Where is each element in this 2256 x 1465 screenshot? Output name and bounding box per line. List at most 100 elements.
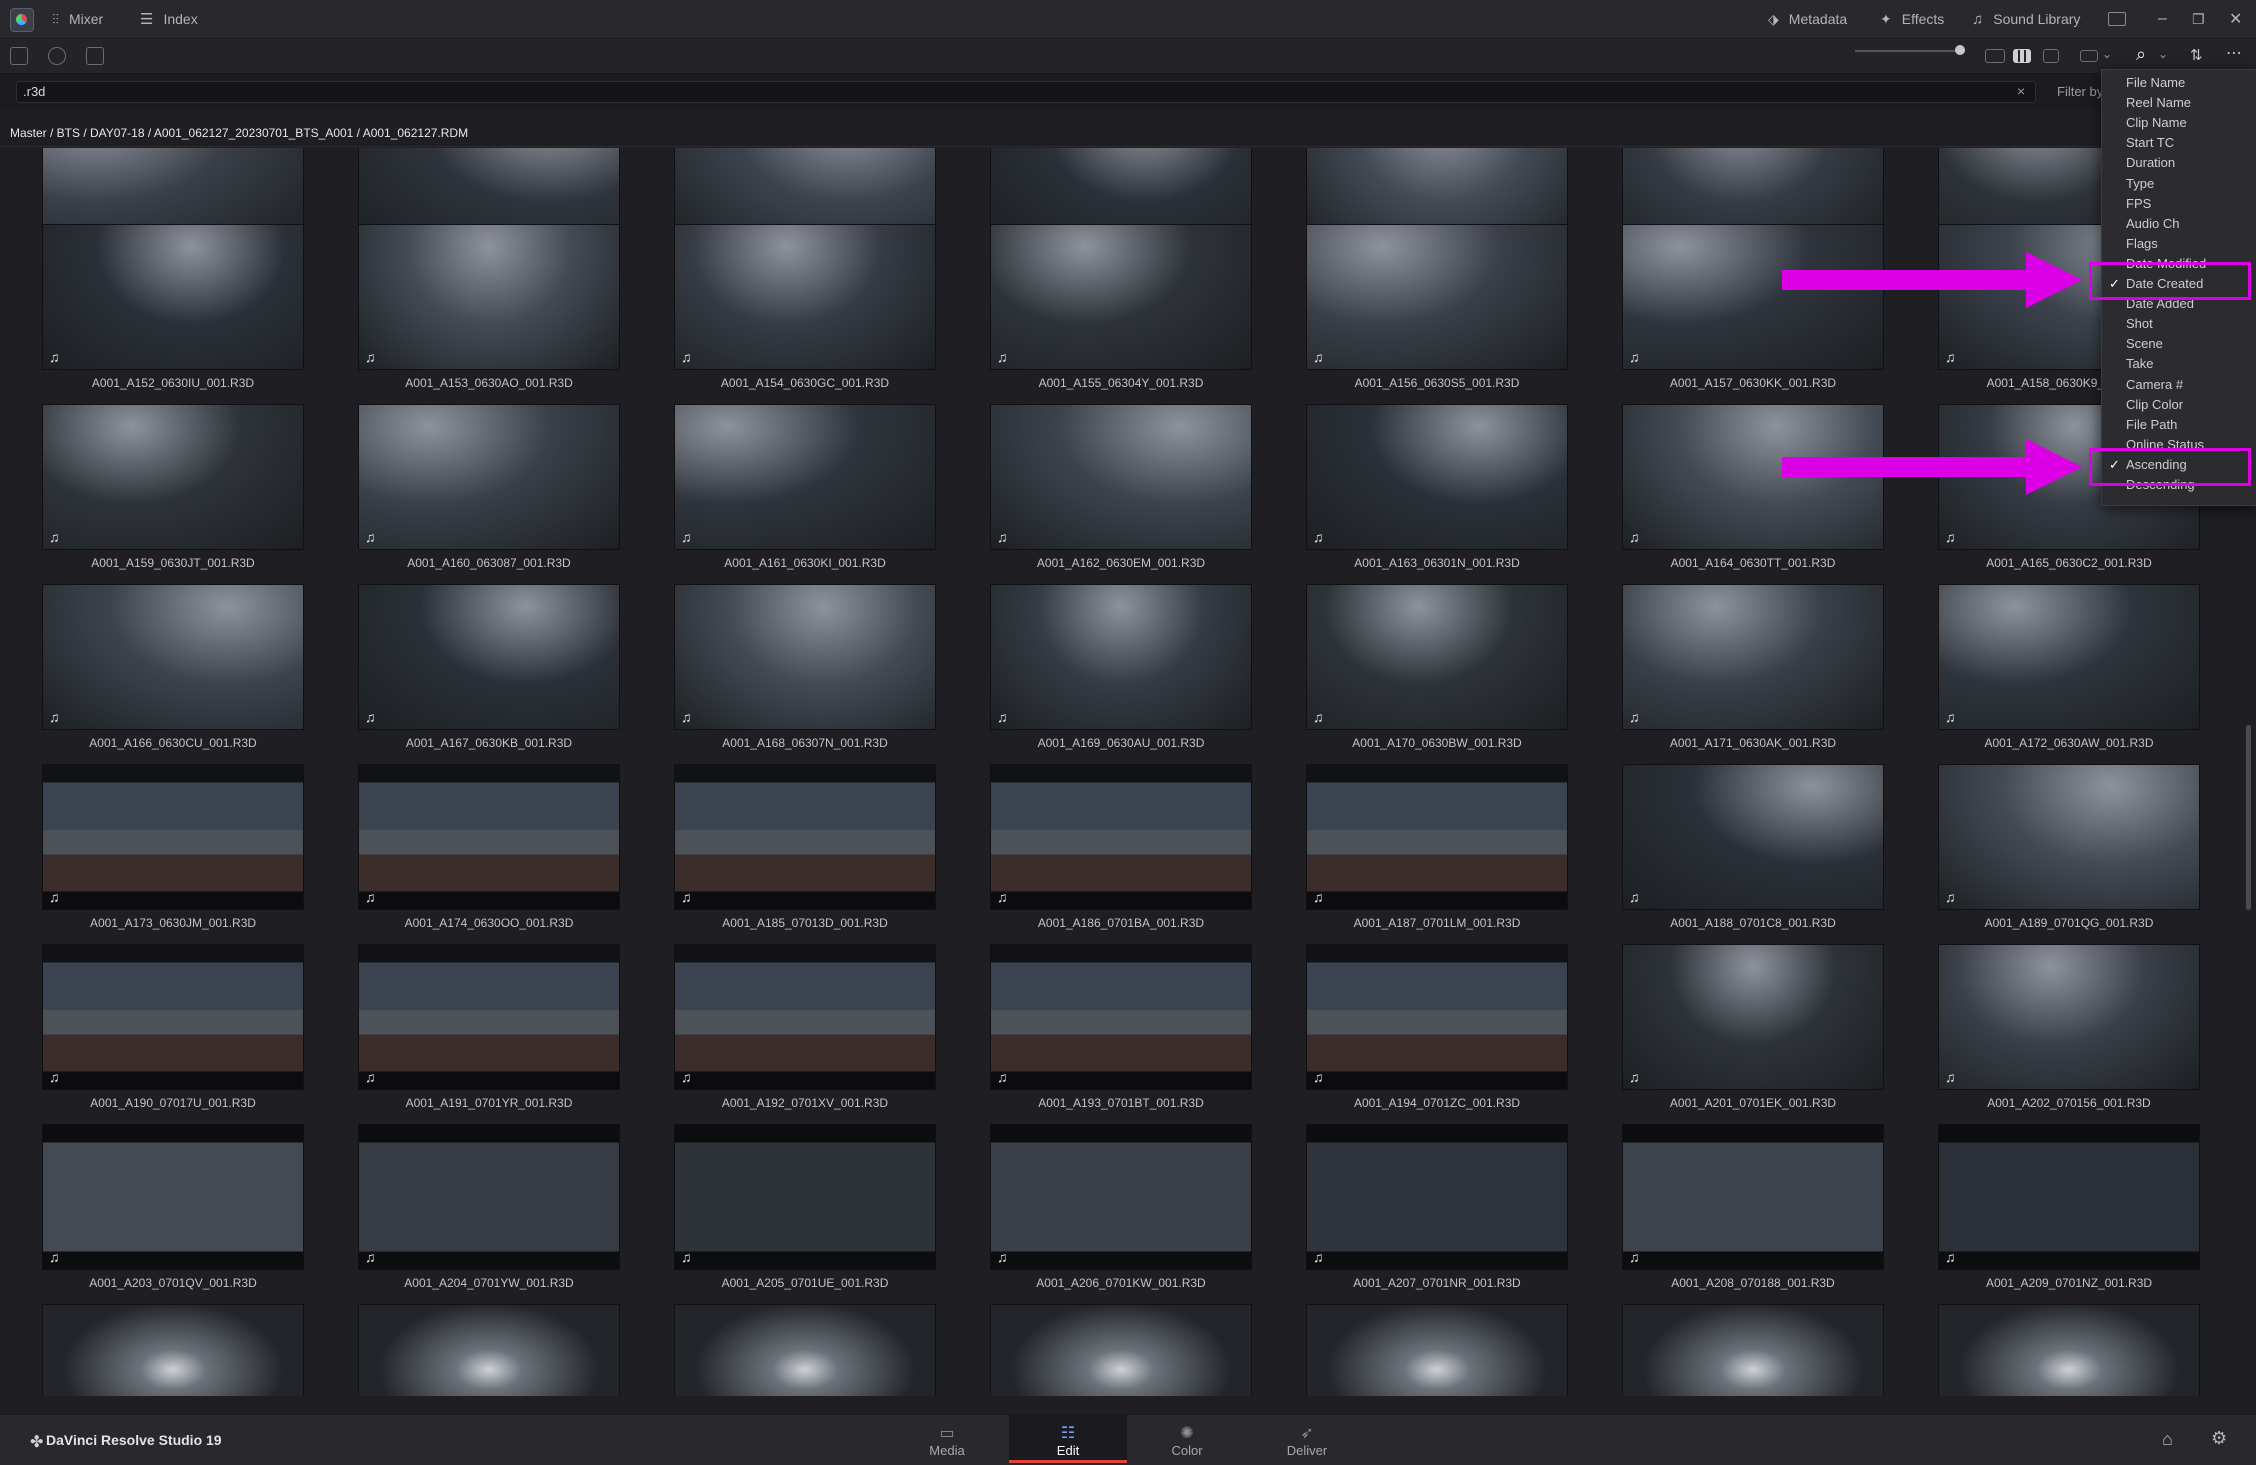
sort-field-item[interactable]: Duration bbox=[2126, 155, 2175, 170]
search-icon[interactable]: ⌕ bbox=[2136, 44, 2146, 65]
sort-field-item[interactable]: Clip Name bbox=[2126, 115, 2187, 130]
sort-field-item[interactable]: Shot bbox=[2126, 316, 2153, 331]
sort-field-item[interactable]: Camera # bbox=[2126, 377, 2183, 392]
clip-name-label: A001_A174_0630OO_001.R3D bbox=[404, 916, 574, 930]
audio-icon: ♫ bbox=[1313, 889, 1324, 905]
list-view-icon[interactable] bbox=[2043, 49, 2059, 63]
audio-icon: ♫ bbox=[1945, 1249, 1956, 1265]
sort-field-item[interactable]: Start TC bbox=[2126, 135, 2174, 150]
thumbnail-size-slider[interactable] bbox=[1855, 45, 1965, 55]
link-icon[interactable] bbox=[48, 47, 66, 65]
clip-preview-image: ♫ bbox=[1622, 224, 1884, 370]
chevron-down-icon[interactable]: ⌄ bbox=[2102, 47, 2112, 61]
clear-search-icon[interactable]: × bbox=[2017, 83, 2025, 99]
clip-preview-image: ♫ bbox=[1622, 944, 1884, 1090]
clip-name-label: A001_A153_0630AO_001.R3D bbox=[405, 376, 573, 390]
audio-icon: ♫ bbox=[1629, 1249, 1640, 1265]
audio-icon: ♫ bbox=[1945, 349, 1956, 365]
tab-edit-label: Edit bbox=[1056, 1443, 1080, 1458]
index-label: Index bbox=[163, 11, 198, 27]
breadcrumb[interactable]: Master / BTS / DAY07-18 / A001_062127_20… bbox=[10, 126, 468, 140]
annotation-arrow-ascending bbox=[1782, 439, 2082, 495]
search-input[interactable]: .r3d bbox=[16, 81, 2036, 103]
sort-icon[interactable]: ⇅ bbox=[2190, 46, 2203, 64]
gear-icon[interactable]: ⚙ bbox=[2211, 1428, 2227, 1449]
comment-icon[interactable] bbox=[86, 47, 104, 65]
clip-name-label: A001_A201_0701EK_001.R3D bbox=[1669, 1096, 1837, 1110]
davinci-logo-icon: ✤ bbox=[30, 1434, 44, 1451]
vertical-scrollbar[interactable] bbox=[2246, 725, 2251, 910]
filter-by-label[interactable]: Filter by bbox=[2057, 84, 2103, 99]
sort-field-item[interactable]: Take bbox=[2126, 356, 2153, 371]
clip-preview-image: ♫ bbox=[1938, 584, 2200, 730]
clip-name-label: A001_A187_0701LM_001.R3D bbox=[1353, 916, 1521, 930]
clip-name-label: A001_A189_0701QG_001.R3D bbox=[1984, 916, 2154, 930]
close-window-button[interactable]: ✕ bbox=[2229, 0, 2242, 38]
sort-field-item[interactable]: Reel Name bbox=[2126, 95, 2191, 110]
metadata-label: Metadata bbox=[1788, 11, 1848, 27]
clip-preview-image: ♫ bbox=[42, 764, 304, 910]
clip-name-label: A001_A167_0630KB_001.R3D bbox=[405, 736, 573, 750]
clip-preview-image: ♫ bbox=[674, 1304, 936, 1396]
clip-preview-image: ♫ bbox=[1622, 1304, 1884, 1396]
audio-icon: ♫ bbox=[365, 349, 376, 365]
audio-icon: ♫ bbox=[1629, 709, 1640, 725]
clip-name-label: A001_A204_0701YW_001.R3D bbox=[404, 1276, 574, 1290]
audio-icon: ♫ bbox=[681, 1249, 692, 1265]
panel-toggle-icon[interactable] bbox=[10, 47, 28, 65]
sound-library-label: Sound Library bbox=[1993, 11, 2081, 27]
sort-field-item[interactable]: File Path bbox=[2126, 417, 2177, 432]
sort-field-item[interactable]: Type bbox=[2126, 176, 2154, 191]
more-options-icon[interactable]: ⋯ bbox=[2226, 43, 2242, 63]
sort-field-item[interactable]: File Name bbox=[2126, 75, 2185, 90]
clip-name-label: A001_A186_0701BA_001.R3D bbox=[1037, 916, 1205, 930]
thumbnail-view-icon[interactable] bbox=[2013, 49, 2031, 63]
clip-name-label: A001_A206_0701KW_001.R3D bbox=[1036, 1276, 1206, 1290]
clip-preview-image: ♫ bbox=[358, 1124, 620, 1270]
metadata-button[interactable]: ⬗ Metadata bbox=[1768, 0, 1847, 38]
clip-view-icon[interactable] bbox=[2080, 50, 2098, 62]
sort-field-item[interactable]: Clip Color bbox=[2126, 397, 2183, 412]
clip-name-label: A001_A170_0630BW_001.R3D bbox=[1352, 736, 1522, 750]
slider-knob[interactable] bbox=[1955, 45, 1965, 55]
tab-edit[interactable]: ☷ Edit bbox=[1009, 1415, 1127, 1463]
sound-library-button[interactable]: ♫ Sound Library bbox=[1972, 0, 2080, 38]
search-options-chevron-icon[interactable]: ⌄ bbox=[2158, 47, 2168, 61]
sort-field-item[interactable]: Audio Ch bbox=[2126, 216, 2179, 231]
mixer-button[interactable]: ⫶⫶ Mixer bbox=[52, 0, 103, 38]
app-name: DaVinci Resolve Studio 19 bbox=[46, 1432, 222, 1448]
tab-color[interactable]: ✺ Color bbox=[1128, 1415, 1246, 1463]
clip-preview-image: ♫ bbox=[1622, 764, 1884, 910]
music-note-icon: ♫ bbox=[1972, 10, 1984, 28]
sort-field-item[interactable]: Flags bbox=[2126, 236, 2158, 251]
clip-preview-image: ♫ bbox=[990, 1304, 1252, 1396]
audio-icon: ♫ bbox=[997, 1249, 1008, 1265]
index-button[interactable]: ☰ Index bbox=[140, 0, 198, 38]
minimize-button[interactable]: – bbox=[2158, 0, 2167, 38]
audio-icon: ♫ bbox=[49, 349, 60, 365]
annotation-highlight-date-created bbox=[2089, 262, 2251, 300]
audio-icon: ♫ bbox=[1629, 889, 1640, 905]
clip-name-label: A001_A207_0701NR_001.R3D bbox=[1353, 1276, 1521, 1290]
clip-preview-image: ♫ bbox=[358, 404, 620, 550]
audio-icon: ♫ bbox=[997, 1069, 1008, 1085]
maximize-button[interactable]: ❐ bbox=[2192, 0, 2205, 38]
audio-icon: ♫ bbox=[49, 889, 60, 905]
inspector-button[interactable] bbox=[2108, 0, 2126, 38]
filmstrip-view-icon[interactable] bbox=[1985, 49, 2005, 63]
tab-media[interactable]: ▭ Media bbox=[888, 1415, 1006, 1463]
close-icon: ✕ bbox=[2229, 11, 2243, 28]
tab-deliver[interactable]: ➶ Deliver bbox=[1248, 1415, 1366, 1463]
clip-preview-image: ♫ bbox=[990, 404, 1252, 550]
media-pool-toolbar: ⌄ ⌕ ⌄ ⇅ ⋯ bbox=[0, 39, 2256, 74]
effects-button[interactable]: ✦ Effects bbox=[1880, 0, 1944, 38]
home-icon[interactable]: ⌂ bbox=[2162, 1429, 2173, 1450]
clip-preview-image: ♫ bbox=[990, 944, 1252, 1090]
audio-icon: ♫ bbox=[1945, 1069, 1956, 1085]
tab-media-label: Media bbox=[929, 1443, 965, 1458]
sort-field-item[interactable]: Scene bbox=[2126, 336, 2163, 351]
sort-field-item[interactable]: FPS bbox=[2126, 196, 2151, 211]
clip-preview-image: ♫ bbox=[358, 224, 620, 370]
audio-icon: ♫ bbox=[49, 1249, 60, 1265]
clip-preview-image: ♫ bbox=[1306, 764, 1568, 910]
